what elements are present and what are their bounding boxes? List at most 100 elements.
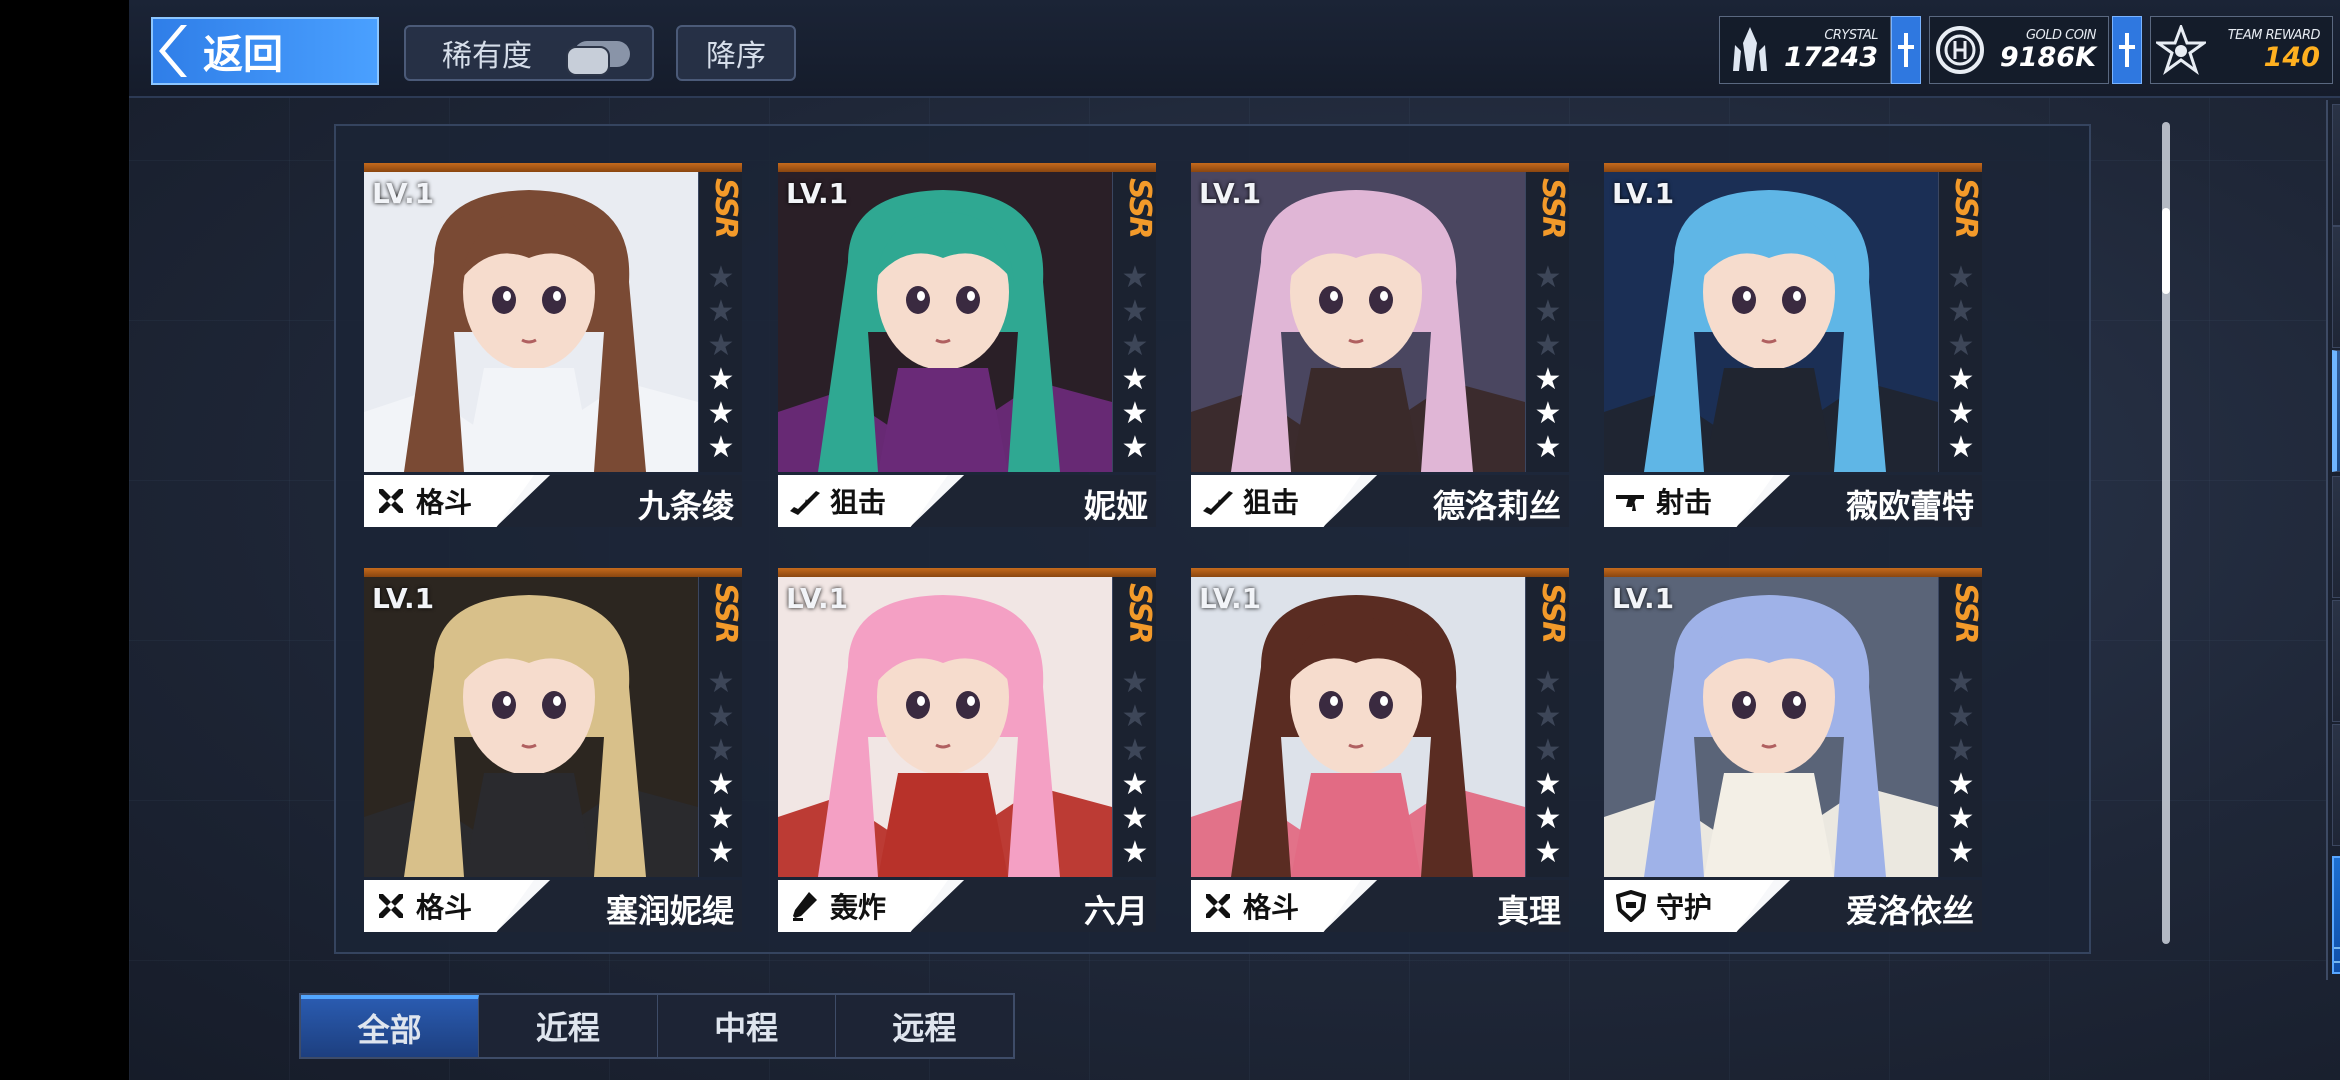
rank-star-icon: ★ — [1121, 396, 1149, 431]
pilot-portrait-image — [778, 577, 1112, 877]
sort-order-button[interactable]: 降序 — [676, 25, 796, 81]
back-button[interactable]: 返回 — [151, 17, 379, 85]
rank-star-icon: ★ — [1947, 362, 1975, 397]
plus-icon — [1898, 33, 1914, 67]
rarity-strip: SSR ★ ★ ★ ★ ★ ★ — [698, 172, 743, 472]
role-label: 格斗 — [1243, 891, 1300, 924]
crystal-counter: CRYSTAL 17243 — [1719, 16, 1891, 84]
pilot-portrait — [1604, 172, 1938, 472]
rarity-label: SSR — [708, 583, 743, 643]
team-reward-value: 140 — [2263, 41, 2320, 73]
pilot-portrait-image — [364, 577, 698, 877]
screen-letterbox: 返回 稀有度 降序 CRYSTAL 17243 GOLD COIN 9186K … — [0, 0, 2340, 1080]
team-reward-caption: TEAM REWARD — [2227, 27, 2321, 43]
pilot-name: 九条绫 — [637, 487, 734, 525]
pilot-card[interactable]: LV.1 SSR ★ ★ ★ ★ ★ ★ 格斗 九条绫 — [364, 163, 743, 541]
pilot-name: 六月 — [1083, 892, 1148, 930]
gold-coin-value: 9186K — [1999, 41, 2096, 73]
pilot-portrait — [1604, 577, 1938, 877]
role-label: 格斗 — [416, 891, 473, 924]
rank-star-icon: ★ — [1534, 801, 1562, 836]
swords-icon — [374, 484, 408, 518]
rank-star-icon: ★ — [1121, 328, 1149, 363]
scrollbar-thumb[interactable] — [2162, 208, 2170, 294]
card-top-border — [364, 163, 742, 172]
rank-star-icon: ★ — [1947, 665, 1975, 700]
card-footer: 格斗 塞润妮缇 — [364, 880, 742, 932]
pilot-portrait — [364, 577, 698, 877]
rank-star-icon: ★ — [1121, 699, 1149, 734]
side-navigation: 主厅 出战 机师 机库 招募 开发 — [2326, 100, 2340, 980]
pilot-level: LV.1 — [1612, 177, 1675, 210]
pilot-card[interactable]: LV.1 SSR ★ ★ ★ ★ ★ ★ 狙击 妮娅 — [778, 163, 1157, 541]
toggle-icon — [566, 41, 630, 76]
card-top-border — [364, 568, 742, 577]
rank-star-icon: ★ — [1121, 665, 1149, 700]
rank-star-icon: ★ — [1121, 362, 1149, 397]
rank-star-icon: ★ — [1121, 430, 1149, 465]
rank-star-icon: ★ — [1947, 835, 1975, 870]
nav-item-pilot[interactable]: 机师 — [2332, 350, 2340, 472]
plus-icon — [2119, 33, 2135, 67]
crystal-icon — [1720, 17, 1780, 83]
rank-star-icon: ★ — [1534, 362, 1562, 397]
gold-coin-counter: GOLD COIN 9186K — [1929, 16, 2109, 84]
rarity-label: SSR — [1948, 583, 1983, 643]
rank-star-icon: ★ — [1534, 733, 1562, 768]
nav-item-sortie[interactable]: 出战 — [2332, 226, 2340, 348]
rank-stars: ★ ★ ★ ★ ★ ★ — [1113, 262, 1157, 464]
rank-star-icon: ★ — [707, 260, 735, 295]
rarity-label: SSR — [1948, 178, 1983, 238]
rank-star-icon: ★ — [707, 835, 735, 870]
rank-star-icon: ★ — [1121, 260, 1149, 295]
crystal-value: 17243 — [1784, 41, 1878, 73]
pilot-card[interactable]: LV.1 SSR ★ ★ ★ ★ ★ ★ 狙击 德洛莉丝 — [1191, 163, 1570, 541]
rank-star-icon: ★ — [1947, 767, 1975, 802]
pilot-card[interactable]: LV.1 SSR ★ ★ ★ ★ ★ ★ 格斗 真理 — [1191, 568, 1570, 946]
pilot-level: LV.1 — [786, 177, 849, 210]
minimap-button[interactable] — [2332, 856, 2340, 974]
pilot-portrait-image — [1191, 577, 1525, 877]
nav-item-recruit[interactable]: 招募 — [2332, 600, 2340, 722]
rank-star-icon: ★ — [1947, 396, 1975, 431]
pilot-card[interactable]: LV.1 SSR ★ ★ ★ ★ ★ ★ 射击 薇欧蕾特 — [1604, 163, 1983, 541]
pilot-card[interactable]: LV.1 SSR ★ ★ ★ ★ ★ ★ 轰炸 六月 — [778, 568, 1157, 946]
rank-star-icon: ★ — [707, 396, 735, 431]
pilot-card[interactable]: LV.1 SSR ★ ★ ★ ★ ★ ★ 守护 爱洛依丝 — [1604, 568, 1983, 946]
rank-star-icon: ★ — [1534, 699, 1562, 734]
sort-rarity-label: 稀有度 — [442, 39, 532, 74]
game-viewport: 返回 稀有度 降序 CRYSTAL 17243 GOLD COIN 9186K … — [129, 0, 2340, 1080]
range-tab[interactable]: 远程 — [836, 995, 1013, 1057]
range-tab[interactable]: 全部 — [301, 995, 480, 1057]
pilot-portrait — [1191, 577, 1525, 877]
role-label: 轰炸 — [830, 891, 887, 924]
crystal-add-button[interactable] — [1891, 16, 1921, 84]
nav-item-hall[interactable]: 主厅 — [2332, 104, 2340, 226]
rarity-strip: SSR ★ ★ ★ ★ ★ ★ — [1525, 172, 1570, 472]
card-footer: 格斗 九条绫 — [364, 475, 742, 527]
range-tab[interactable]: 近程 — [479, 995, 658, 1057]
minimap-icon — [2334, 947, 2340, 963]
pilot-name: 妮娅 — [1083, 487, 1148, 525]
rank-star-icon: ★ — [1121, 294, 1149, 329]
pilot-portrait-image — [778, 172, 1112, 472]
pilot-level: LV.1 — [1199, 177, 1262, 210]
pilot-card[interactable]: LV.1 SSR ★ ★ ★ ★ ★ ★ 格斗 塞润妮缇 — [364, 568, 743, 946]
pilot-portrait — [778, 577, 1112, 877]
card-footer: 狙击 德洛莉丝 — [1191, 475, 1569, 527]
range-tab[interactable]: 中程 — [658, 995, 836, 1057]
rank-stars: ★ ★ ★ ★ ★ ★ — [699, 667, 743, 869]
pilot-portrait-image — [1604, 577, 1938, 877]
rank-star-icon: ★ — [1121, 733, 1149, 768]
nav-item-develop[interactable]: 开发 — [2332, 724, 2340, 846]
rank-star-icon: ★ — [1534, 835, 1562, 870]
gold-coin-icon — [1930, 17, 1990, 83]
pilot-name: 薇欧蕾特 — [1845, 487, 1974, 525]
nav-item-hangar[interactable]: 机库 — [2332, 476, 2340, 598]
card-footer: 格斗 真理 — [1191, 880, 1569, 932]
card-footer: 狙击 妮娅 — [778, 475, 1156, 527]
gold-add-button[interactable] — [2112, 16, 2142, 84]
shield-icon — [1614, 889, 1648, 923]
sort-rarity-button[interactable]: 稀有度 — [404, 25, 654, 81]
pilot-portrait-image — [1191, 172, 1525, 472]
